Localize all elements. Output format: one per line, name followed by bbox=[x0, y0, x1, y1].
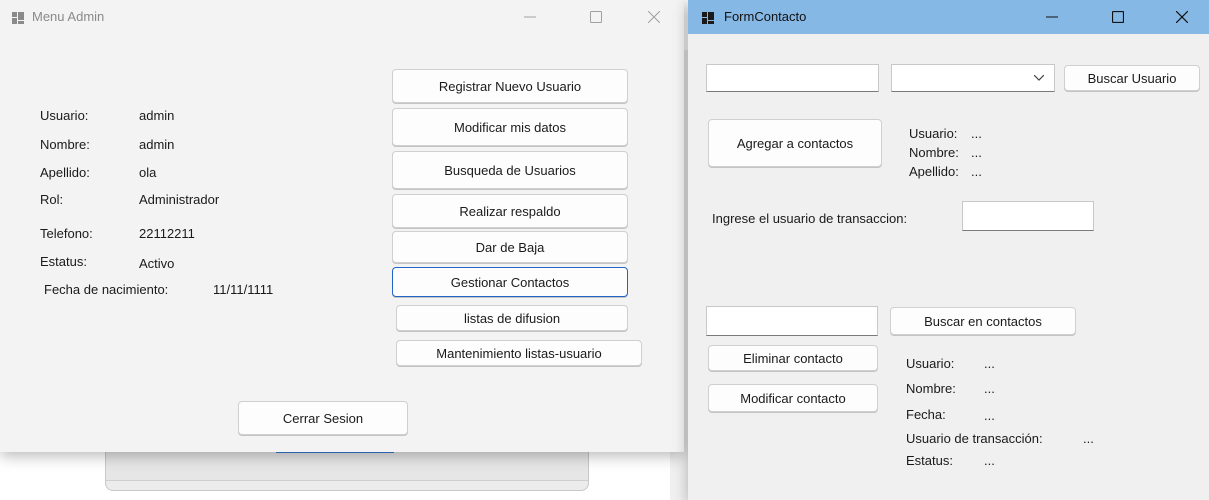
window-title: FormContacto bbox=[724, 9, 807, 24]
apellido-label: Apellido: bbox=[40, 165, 90, 180]
usuario-label: Usuario: bbox=[40, 108, 89, 123]
bottom-nombre-value: ... bbox=[984, 381, 995, 396]
transaccion-input[interactable] bbox=[962, 201, 1094, 231]
agregar-contactos-button[interactable]: Agregar a contactos bbox=[708, 119, 882, 167]
top-nombre-value: ... bbox=[971, 145, 982, 160]
telefono-value: 22112211 bbox=[139, 226, 195, 241]
top-apellido-label: Apellido: bbox=[909, 164, 959, 179]
buscar-usuario-button[interactable]: Buscar Usuario bbox=[1064, 65, 1200, 91]
gestionar-contactos-button[interactable]: Gestionar Contactos bbox=[392, 267, 628, 297]
maximize-button[interactable] bbox=[574, 0, 618, 34]
nombre-value: admin bbox=[139, 137, 175, 152]
busqueda-usuarios-button[interactable]: Busqueda de Usuarios bbox=[392, 151, 628, 189]
bottom-nombre-label: Nombre: bbox=[906, 381, 956, 396]
modificar-datos-button[interactable]: Modificar mis datos bbox=[392, 108, 628, 146]
contact-search-input[interactable] bbox=[706, 306, 878, 336]
estatus-label: Estatus: bbox=[40, 254, 87, 269]
close-button[interactable] bbox=[1160, 0, 1204, 34]
mantenimiento-listas-button[interactable]: Mantenimiento listas-usuario bbox=[396, 340, 642, 366]
minimize-button[interactable] bbox=[508, 0, 552, 34]
cerrar-sesion-button[interactable]: Cerrar Sesion bbox=[238, 401, 408, 435]
menu-admin-window: Menu Admin Usuario: admin Nombre: admin … bbox=[0, 0, 684, 452]
app-icon bbox=[12, 12, 24, 24]
window-title: Menu Admin bbox=[32, 9, 105, 24]
form-contacto-window: FormContacto Buscar Usuario Agregar a co… bbox=[688, 0, 1209, 500]
realizar-respaldo-button[interactable]: Realizar respaldo bbox=[392, 194, 628, 228]
listas-difusion-button[interactable]: listas de difusion bbox=[396, 305, 628, 331]
registrar-usuario-button[interactable]: Registrar Nuevo Usuario bbox=[392, 69, 628, 103]
minimize-button[interactable] bbox=[1030, 0, 1074, 34]
nombre-label: Nombre: bbox=[40, 137, 90, 152]
modificar-contacto-button[interactable]: Modificar contacto bbox=[708, 384, 878, 412]
dar-de-baja-button[interactable]: Dar de Baja bbox=[392, 231, 628, 263]
buscar-en-contactos-button[interactable]: Buscar en contactos bbox=[890, 307, 1076, 335]
bottom-transaccion-label: Usuario de transacción: bbox=[906, 431, 1043, 446]
bottom-usuario-label: Usuario: bbox=[906, 356, 955, 371]
user-search-input[interactable] bbox=[706, 64, 879, 92]
user-combo-select[interactable] bbox=[891, 64, 1055, 92]
bottom-fecha-label: Fecha: bbox=[906, 407, 946, 422]
bottom-fecha-value: ... bbox=[984, 408, 995, 423]
rol-value: Administrador bbox=[139, 192, 220, 207]
transaccion-prompt: Ingrese el usuario de transaccion: bbox=[712, 211, 908, 226]
top-apellido-value: ... bbox=[971, 164, 982, 179]
estatus-value: Activo bbox=[139, 256, 175, 271]
close-button[interactable] bbox=[632, 0, 676, 34]
fecha-value: 11/11/1111 bbox=[213, 282, 274, 297]
fecha-label: Fecha de nacimiento: bbox=[44, 282, 169, 297]
top-usuario-label: Usuario: bbox=[909, 126, 958, 141]
menu-admin-titlebar[interactable]: Menu Admin bbox=[0, 0, 684, 34]
bottom-transaccion-value: ... bbox=[1083, 431, 1094, 446]
chevron-down-icon bbox=[1034, 75, 1044, 81]
apellido-value: ola bbox=[139, 165, 157, 180]
form-contacto-titlebar[interactable]: FormContacto bbox=[688, 0, 1209, 34]
top-nombre-label: Nombre: bbox=[909, 145, 959, 160]
rol-label: Rol: bbox=[40, 192, 64, 207]
app-icon bbox=[702, 12, 714, 24]
eliminar-contacto-button[interactable]: Eliminar contacto bbox=[708, 345, 878, 371]
maximize-button[interactable] bbox=[1096, 0, 1140, 34]
bottom-estatus-value: ... bbox=[984, 453, 995, 468]
bottom-estatus-label: Estatus: bbox=[906, 453, 953, 468]
usuario-value: admin bbox=[139, 108, 175, 123]
top-usuario-value: ... bbox=[971, 126, 982, 141]
bottom-usuario-value: ... bbox=[984, 356, 995, 371]
telefono-label: Telefono: bbox=[40, 226, 93, 241]
